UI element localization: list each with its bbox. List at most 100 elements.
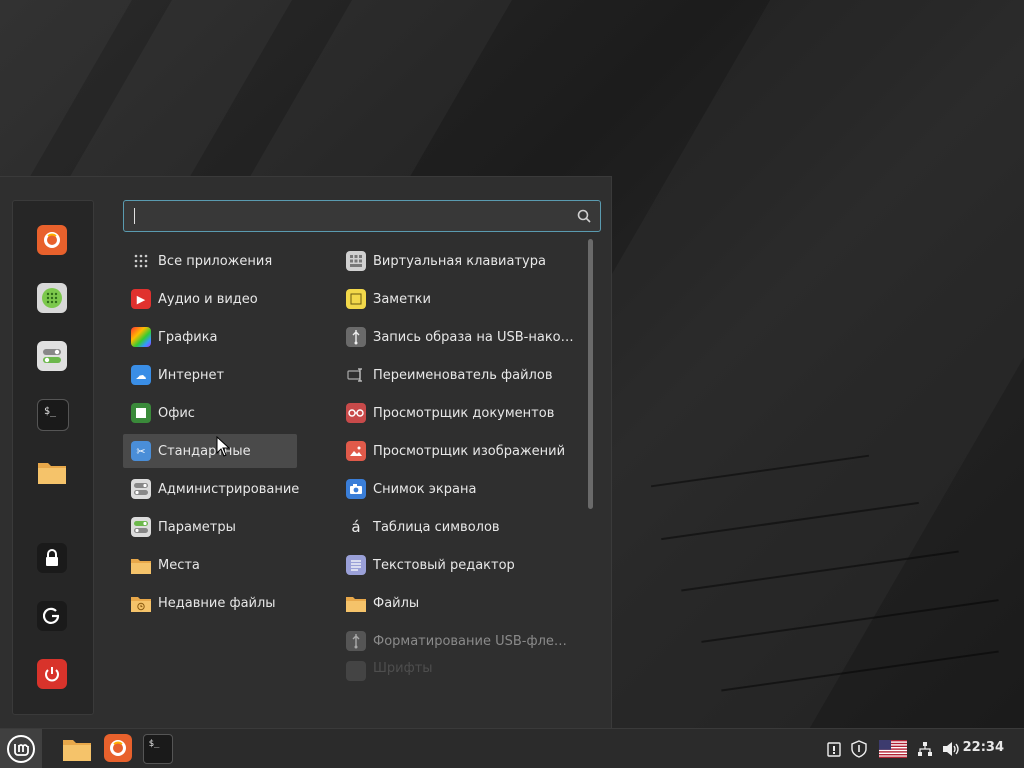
firefox-icon bbox=[44, 232, 60, 248]
folder-icon bbox=[131, 555, 151, 575]
category-label: Параметры bbox=[158, 519, 236, 535]
app-label: Шрифты bbox=[373, 661, 433, 676]
keyboard-icon bbox=[346, 251, 366, 271]
category-accessories[interactable]: ✂ Стандартные bbox=[123, 434, 297, 468]
app-label: Переименователь файлов bbox=[373, 367, 553, 383]
app-usb-stick-formatter[interactable]: Форматирование USB-фле… bbox=[338, 624, 578, 658]
shutdown-button[interactable] bbox=[37, 659, 67, 689]
taskbar-files-launcher[interactable] bbox=[62, 735, 92, 763]
power-icon bbox=[45, 667, 59, 682]
category-audio-video[interactable]: ▶ Аудио и видео bbox=[123, 282, 297, 316]
camera-icon bbox=[346, 479, 366, 499]
app-screenshot[interactable]: Снимок экрана bbox=[338, 472, 578, 506]
software-manager-favorite-button[interactable] bbox=[37, 283, 67, 313]
security-tray-button[interactable] bbox=[850, 739, 868, 759]
category-label: Недавние файлы bbox=[158, 595, 276, 611]
app-label: Просмотрщик изображений bbox=[373, 443, 566, 459]
app-list-scrollbar[interactable] bbox=[588, 239, 593, 509]
software-manager-icon bbox=[42, 288, 62, 308]
main-menu-button[interactable] bbox=[0, 729, 42, 768]
app-usb-image-writer[interactable]: Запись образа на USB-нако… bbox=[338, 320, 578, 354]
note-icon bbox=[346, 289, 366, 309]
taskbar-firefox-launcher[interactable] bbox=[104, 734, 132, 762]
app-label: Файлы bbox=[373, 595, 420, 611]
scissors-icon: ✂ bbox=[131, 441, 151, 461]
text-caret bbox=[134, 208, 135, 224]
search-input[interactable] bbox=[123, 200, 601, 232]
logout-icon bbox=[43, 607, 60, 624]
firefox-favorite-button[interactable] bbox=[37, 225, 67, 255]
category-recent-files[interactable]: Недавние файлы bbox=[123, 586, 297, 620]
app-text-editor[interactable]: Текстовый редактор bbox=[338, 548, 578, 582]
category-label: Все приложения bbox=[158, 253, 273, 269]
taskbar-panel: $_ 22:34 bbox=[0, 728, 1024, 768]
app-file-renamer[interactable]: Переименователь файлов bbox=[338, 358, 578, 392]
graphics-icon bbox=[131, 327, 151, 347]
category-graphics[interactable]: Графика bbox=[123, 320, 297, 354]
category-label: Интернет bbox=[158, 367, 225, 383]
app-label: Виртуальная клавиатура bbox=[373, 253, 546, 269]
app-label: Текстовый редактор bbox=[373, 557, 515, 573]
font-icon bbox=[346, 661, 366, 681]
play-icon: ▶ bbox=[131, 289, 151, 309]
category-internet[interactable]: ☁ Интернет bbox=[123, 358, 297, 392]
grid-icon bbox=[131, 251, 151, 271]
category-administration[interactable]: Администрирование bbox=[123, 472, 300, 506]
keyboard-layout-tray-button[interactable] bbox=[879, 739, 907, 759]
toggle-icon bbox=[131, 479, 151, 499]
usb-icon bbox=[346, 631, 366, 651]
settings-toggle-icon bbox=[131, 517, 151, 537]
terminal-favorite-button[interactable]: $_ bbox=[37, 399, 69, 431]
image-icon bbox=[346, 441, 366, 461]
category-all-applications[interactable]: Все приложения bbox=[123, 244, 297, 278]
cloud-icon: ☁ bbox=[131, 365, 151, 385]
usb-icon bbox=[346, 327, 366, 347]
settings-favorite-button[interactable] bbox=[37, 341, 67, 371]
app-label: Форматирование USB-фле… bbox=[373, 633, 567, 649]
app-files[interactable]: Файлы bbox=[338, 586, 578, 620]
settings-toggle-icon bbox=[43, 349, 61, 363]
app-document-viewer[interactable]: Просмотрщик документов bbox=[338, 396, 578, 430]
volume-tray-button[interactable] bbox=[942, 739, 960, 759]
category-places[interactable]: Места bbox=[123, 548, 297, 582]
lock-screen-button[interactable] bbox=[37, 543, 67, 573]
folder-icon bbox=[38, 463, 66, 484]
category-preferences[interactable]: Параметры bbox=[123, 510, 297, 544]
office-icon bbox=[131, 403, 151, 423]
category-label: Офис bbox=[158, 405, 195, 421]
character-icon: á bbox=[351, 518, 361, 536]
panel-clock[interactable]: 22:34 bbox=[963, 740, 1004, 755]
category-label: Аудио и видео bbox=[158, 291, 258, 307]
logout-button[interactable] bbox=[37, 601, 67, 631]
update-manager-tray-button[interactable] bbox=[826, 739, 842, 759]
app-virtual-keyboard[interactable]: Виртуальная клавиатура bbox=[338, 244, 578, 278]
update-icon bbox=[827, 742, 841, 757]
lock-icon bbox=[46, 549, 58, 566]
app-character-map[interactable]: á Таблица символов bbox=[338, 510, 578, 544]
app-fonts[interactable]: Шрифты bbox=[338, 661, 578, 681]
app-label: Заметки bbox=[373, 291, 431, 307]
category-label: Графика bbox=[158, 329, 218, 345]
mouse-cursor-icon bbox=[216, 436, 231, 457]
app-notes[interactable]: Заметки bbox=[338, 282, 578, 316]
app-label: Таблица символов bbox=[373, 519, 500, 535]
category-office[interactable]: Офис bbox=[123, 396, 297, 430]
search-icon bbox=[577, 209, 591, 223]
app-label: Просмотрщик документов bbox=[373, 405, 555, 421]
taskbar-terminal-launcher[interactable]: $_ bbox=[143, 734, 173, 764]
terminal-icon: $_ bbox=[43, 405, 57, 417]
rename-icon bbox=[346, 365, 366, 385]
app-label: Запись образа на USB-нако… bbox=[373, 329, 574, 345]
terminal-icon: $_ bbox=[148, 739, 160, 749]
folder-icon bbox=[346, 593, 366, 613]
us-flag-icon bbox=[879, 740, 907, 758]
category-label: Администрирование bbox=[158, 481, 300, 497]
category-label: Стандартные bbox=[158, 443, 251, 459]
network-icon bbox=[918, 742, 932, 756]
network-tray-button[interactable] bbox=[916, 739, 934, 759]
app-label: Снимок экрана bbox=[373, 481, 477, 497]
app-image-viewer[interactable]: Просмотрщик изображений bbox=[338, 434, 578, 468]
text-editor-icon bbox=[346, 555, 366, 575]
files-favorite-button[interactable] bbox=[37, 457, 67, 487]
recent-folder-icon bbox=[131, 593, 151, 613]
